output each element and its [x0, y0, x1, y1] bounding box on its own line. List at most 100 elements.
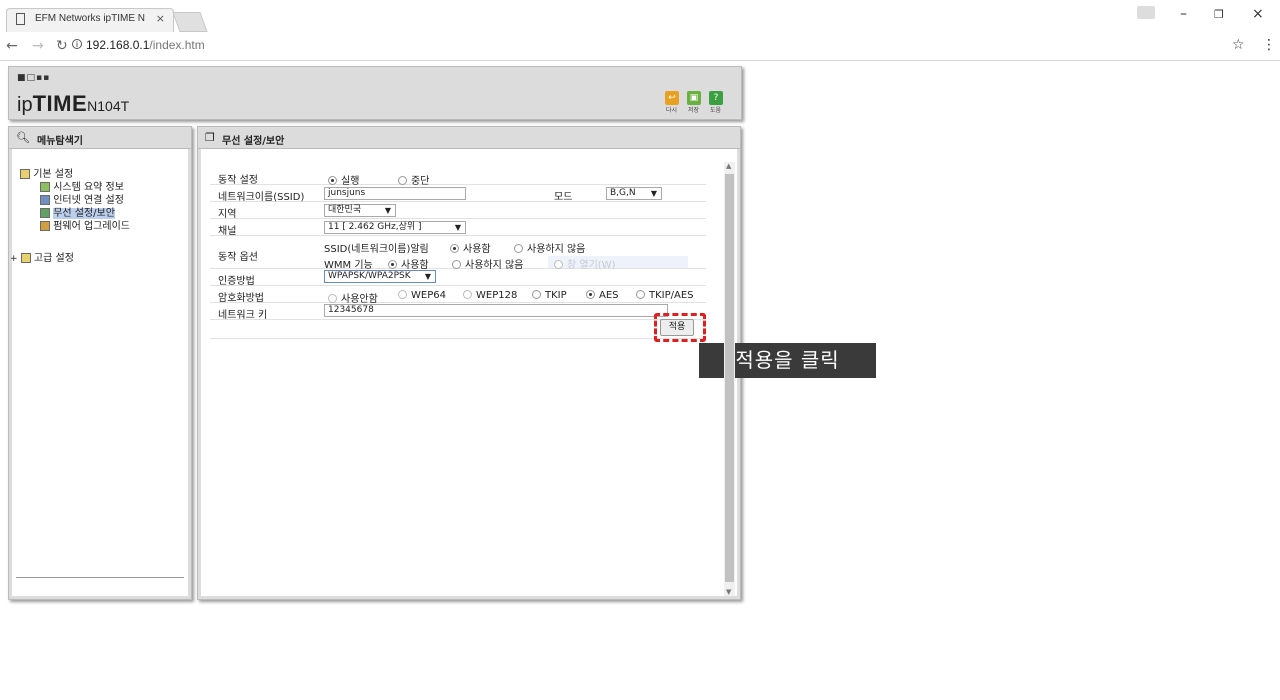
folder-icon: [20, 169, 30, 179]
save-label: 저장: [688, 107, 700, 114]
router-header: ■□▪▪ ipTIMEN104T ↩ 다시 ▣ 저장 ? 도움: [8, 66, 742, 120]
enc-aes-radio[interactable]: AES: [586, 290, 619, 301]
channel-value: 11 [ 2.462 GHz,상위 ]: [328, 222, 422, 232]
reload-button[interactable]: ↩ 다시: [665, 91, 679, 114]
help-label: 도움: [710, 107, 722, 114]
expand-plus-icon[interactable]: +: [10, 254, 18, 264]
radio-label: WEP128: [476, 290, 518, 301]
encryption-label: 암호화방법: [218, 293, 264, 304]
url-path: /index.htm: [149, 38, 205, 52]
row-operation: [210, 169, 706, 185]
ssid-broadcast-label: SSID(네트워크이름)알림: [324, 244, 429, 255]
region-value: 대한민국: [328, 205, 362, 215]
tree-label: 고급 설정: [33, 253, 74, 264]
info-icon[interactable]: i: [72, 39, 82, 49]
mode-select[interactable]: B,G,N ▼: [606, 187, 662, 200]
radio-checked-icon: [328, 176, 337, 185]
radio-label: AES: [599, 290, 619, 301]
radio-label: WEP64: [411, 290, 446, 301]
tab-close-icon[interactable]: ×: [156, 12, 165, 25]
url-field[interactable]: 192.168.0.1/index.htm: [86, 38, 205, 52]
folder-icon: [20, 253, 31, 263]
radio-unchecked-icon: [514, 244, 523, 253]
dropdown-arrow-icon: ▼: [424, 272, 431, 281]
back-icon[interactable]: ←: [6, 38, 18, 54]
window-icon: ❐: [205, 131, 215, 144]
undo-icon: ↩: [665, 91, 679, 105]
main-scrollbar[interactable]: ▲ ▼: [724, 162, 735, 596]
page-icon: [16, 13, 25, 25]
reload-label: 다시: [666, 107, 678, 114]
minimize-button[interactable]: –: [1180, 6, 1187, 22]
window-close-button[interactable]: ×: [1252, 6, 1264, 22]
help-icon: ?: [709, 91, 723, 105]
row-apply: [210, 320, 706, 339]
divider: [16, 577, 184, 578]
browser-tab[interactable]: EFM Networks ipTIME N ×: [6, 8, 174, 32]
row-region: [210, 202, 706, 219]
menu-explorer-title: 메뉴탐색기: [37, 136, 83, 147]
save-icon: ▣: [687, 91, 701, 105]
bookmark-star-icon[interactable]: ☆: [1232, 37, 1245, 53]
logo-prefix: ip: [17, 94, 33, 116]
save-button[interactable]: ▣ 저장: [687, 91, 701, 114]
enc-wep128-radio[interactable]: WEP128: [463, 290, 517, 301]
router-logo: ipTIMEN104T: [17, 91, 129, 117]
enc-tkip-radio[interactable]: TKIP: [532, 290, 567, 301]
tree-label: 펌웨어 업그레이드: [53, 221, 130, 232]
mode-label: 모드: [554, 192, 573, 203]
address-bar: ← → ↻ i 192.168.0.1/index.htm ☆ ⋮: [0, 32, 1280, 61]
radio-checked-icon: [450, 244, 459, 253]
auth-select[interactable]: WPAPSK/WPA2PSK ▼: [324, 270, 436, 283]
logo-brand: TIME: [32, 91, 88, 116]
wireless-settings-header: ❐ 무선 설정/보안: [198, 127, 740, 149]
reload-icon[interactable]: ↻: [56, 38, 68, 54]
forward-icon[interactable]: →: [32, 38, 44, 54]
tab-title: EFM Networks ipTIME N: [35, 13, 146, 24]
operation-label: 동작 설정: [218, 175, 258, 186]
network-key-label: 네트워크 키: [218, 310, 268, 321]
radio-unchecked-icon: [328, 294, 337, 303]
radio-unchecked-icon: [452, 260, 461, 269]
radio-checked-icon: [586, 290, 595, 299]
restore-button[interactable]: ❐: [1214, 8, 1224, 21]
radio-label: TKIP: [545, 290, 567, 301]
new-tab-button[interactable]: [172, 12, 208, 32]
ssid-broadcast-off-radio[interactable]: 사용하지 않음: [514, 240, 585, 255]
menu-explorer-panel: 🔍︎ 메뉴탐색기 기본 설정 시스템 요약 정보 인터넷 연결 설정 무선 설정…: [8, 126, 192, 600]
auth-value: WPAPSK/WPA2PSK: [328, 271, 411, 281]
auth-label: 인증방법: [218, 276, 255, 287]
scroll-down-icon[interactable]: ▼: [726, 588, 731, 596]
options-label: 동작 옵션: [218, 252, 258, 263]
radio-checked-icon: [388, 260, 397, 269]
ssid-broadcast-on-radio[interactable]: 사용함: [450, 240, 491, 255]
scroll-up-icon[interactable]: ▲: [726, 162, 731, 170]
row-auth: [210, 269, 706, 286]
menu-dots-icon[interactable]: ⋮: [1262, 37, 1276, 53]
dropdown-arrow-icon: ▼: [454, 223, 461, 232]
scroll-thumb[interactable]: [725, 174, 734, 582]
mode-value: B,G,N: [610, 188, 636, 198]
channel-select[interactable]: 11 [ 2.462 GHz,상위 ] ▼: [324, 221, 466, 234]
region-select[interactable]: 대한민국 ▼: [324, 204, 396, 217]
radio-unchecked-icon: [463, 290, 472, 299]
help-button[interactable]: ? 도움: [709, 91, 723, 114]
radio-label: 사용하지 않음: [527, 244, 586, 255]
radio-unchecked-icon: [636, 290, 645, 299]
url-host: 192.168.0.1: [86, 38, 150, 52]
dropdown-arrow-icon: ▼: [384, 206, 391, 215]
magnifier-icon: 🔍︎: [16, 131, 30, 144]
radio-unchecked-icon: [398, 176, 407, 185]
network-key-input[interactable]: 12345678: [324, 304, 668, 317]
enc-tkip-aes-radio[interactable]: TKIP/AES: [636, 290, 694, 301]
user-profile-icon[interactable]: [1137, 6, 1155, 19]
browser-tab-bar: EFM Networks ipTIME N × – ❐ ×: [0, 0, 1280, 32]
tree-item-advanced-settings[interactable]: + 고급 설정: [10, 249, 74, 264]
ssid-input[interactable]: junsjuns: [324, 187, 466, 200]
row-encryption: [210, 286, 706, 303]
logo-model: N104T: [87, 98, 130, 114]
dropdown-arrow-icon: ▼: [650, 189, 657, 198]
tree-item-firmware-upgrade[interactable]: 펌웨어 업그레이드: [40, 217, 130, 232]
enc-wep64-radio[interactable]: WEP64: [398, 290, 446, 301]
apply-highlight-box: [654, 313, 706, 342]
